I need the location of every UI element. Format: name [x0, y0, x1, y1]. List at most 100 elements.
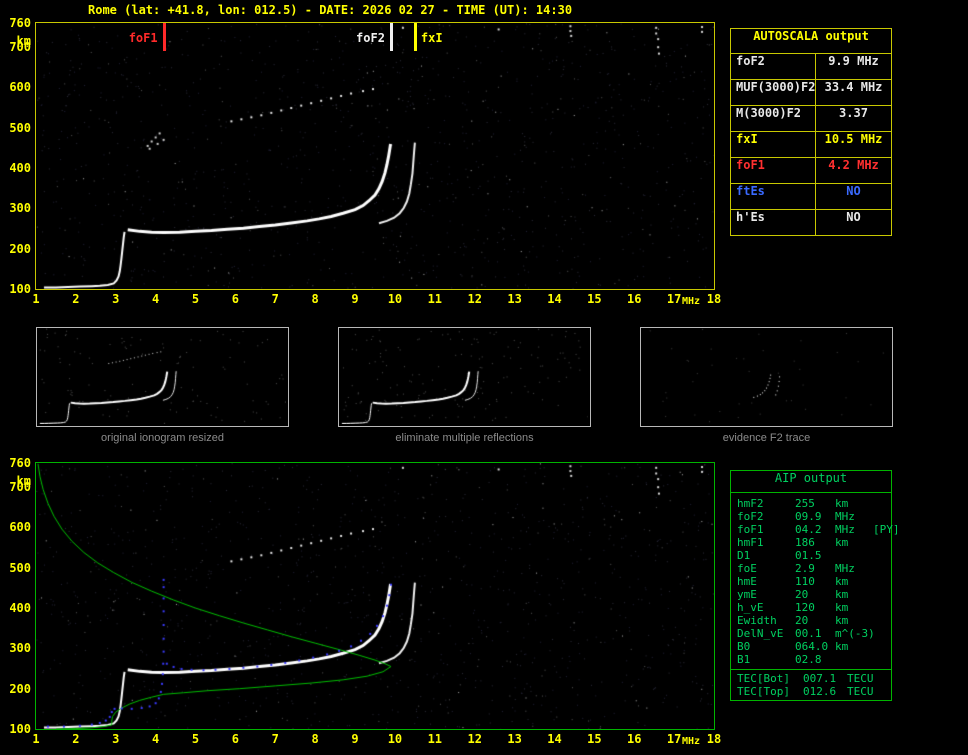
table-row: TEC[Top] 012.6 TECU: [737, 685, 891, 698]
param-value: 3.37: [839, 106, 868, 120]
foF1-marker-label: foF1: [128, 31, 158, 45]
x-tick-label: 6: [231, 292, 240, 306]
param-flag: [873, 536, 891, 549]
y-tick-label: 300: [9, 641, 31, 656]
fxI-marker-label: fxI: [420, 31, 443, 45]
param-name: ymE: [737, 588, 757, 601]
param-value: NO: [846, 184, 861, 198]
param-unit: km: [835, 614, 849, 627]
param-name: h_vE: [737, 601, 764, 614]
thumbnail-caption: eliminate multiple reflections: [395, 432, 534, 444]
x-tick-label: 2: [72, 292, 80, 306]
x-tick-label: 10: [387, 732, 403, 746]
table-row: hmE 110 km: [737, 575, 891, 588]
fxI-marker-line: [413, 23, 417, 51]
param-flag: [873, 510, 891, 523]
x-tick-label: 11: [427, 292, 443, 306]
x-tick-label: 11: [427, 732, 443, 746]
param-name: Ewidth: [737, 614, 777, 627]
param-value: 33.4 MHz: [824, 80, 883, 94]
thumbnail-caption: original ionogram resized: [101, 432, 224, 444]
param-unit: km: [835, 575, 849, 588]
param-value: 064.0: [795, 640, 829, 653]
autoscala-table-rows: foF2 9.9 MHz MUF(3000)F2 33.4 MHz M(3000)F2 3…: [731, 54, 891, 235]
x-tick-label: 15: [587, 732, 602, 746]
param-value: 255: [795, 497, 815, 510]
param-value: 20: [795, 588, 809, 601]
table-row: hmF1 186 km: [737, 536, 891, 549]
autoscala-window: Rome (lat: +41.8, lon: 012.5) - DATE: 20…: [0, 0, 968, 755]
thumbnail-original-ionogram: [36, 327, 289, 427]
param-value: 186: [795, 536, 815, 549]
param-unit: km: [835, 536, 849, 549]
x-tick-label: 14: [547, 292, 562, 306]
x-tick-label: 14: [547, 732, 562, 746]
y-tick-label: 100: [9, 282, 31, 296]
x-tick-label: 13: [507, 732, 522, 746]
table-row: foF1 4.2 MHz: [731, 158, 891, 184]
x-tick-label: 9: [351, 292, 359, 306]
aip-output-table: AIP output hmF2 255 km foF2 09.9 MHz foF1 04.2 M…: [730, 470, 900, 701]
param-flag: [873, 640, 891, 653]
x-tick-label: 16: [627, 292, 642, 306]
thumbnail-canvas: [641, 328, 890, 424]
x-tick-label: 18: [706, 732, 722, 746]
param-unit: MHz: [835, 510, 855, 523]
table-row: B1 02.8: [737, 653, 891, 666]
thumbnail-caption: evidence F2 trace: [722, 432, 811, 444]
x-tick-label: 8: [311, 292, 319, 306]
param-label: h'Es: [731, 210, 816, 235]
param-unit: km: [835, 588, 849, 601]
x-tick-label: 1: [32, 732, 40, 746]
foF2-marker-label: foF2: [356, 31, 385, 45]
param-name: hmF2: [737, 497, 764, 510]
param-flag: [873, 575, 891, 588]
param-unit: TECU: [847, 685, 874, 698]
param-name: foE: [737, 562, 757, 575]
y-axis-unit-km: km: [16, 34, 31, 48]
y-tick-label: 600: [9, 80, 31, 95]
y-tick-label: 200: [9, 241, 31, 256]
table-row: fxI 10.5 MHz: [731, 132, 891, 158]
x-tick-label: 3: [112, 732, 120, 746]
table-row: foF2 09.9 MHz: [737, 510, 891, 523]
param-name: hmF1: [737, 536, 764, 549]
param-value: 10.5 MHz: [824, 132, 883, 146]
table-row: ftEs NO: [731, 184, 891, 210]
param-unit: TECU: [847, 672, 874, 685]
y-tick-label: 100: [9, 722, 31, 736]
table-row: foE 2.9 MHz: [737, 562, 891, 575]
param-name: DelN_vE: [737, 627, 784, 640]
param-unit: km: [835, 640, 849, 653]
y-tick-label: 760: [9, 456, 31, 470]
x-tick-label: 9: [351, 732, 359, 746]
param-name: TEC[Bot]: [737, 672, 790, 685]
y-tick-label: 400: [9, 161, 31, 176]
thumbnail-evidence-f2-trace: [640, 327, 893, 427]
param-flag: [873, 601, 891, 614]
y-tick-label: 500: [9, 560, 31, 575]
y-tick-label: 600: [9, 520, 31, 535]
x-tick-label: 1: [32, 292, 40, 306]
param-flag: [873, 549, 891, 562]
param-label: MUF(3000)F2: [731, 80, 816, 105]
x-tick-label: 18: [706, 292, 722, 306]
param-name: foF1: [737, 523, 764, 536]
param-flag: [873, 497, 891, 510]
param-flag: [873, 562, 891, 575]
param-name: D1: [737, 549, 751, 562]
param-value: 01.5: [795, 549, 822, 562]
frequency-markers: foF1 foF2 fxI: [36, 23, 714, 289]
x-tick-label: 7: [271, 732, 279, 746]
param-value: 4.2 MHz: [828, 158, 879, 172]
table-row: TEC[Bot] 007.1 TECU: [737, 672, 891, 685]
param-value: 012.6: [803, 685, 837, 698]
param-flag: [873, 627, 891, 640]
param-value: NO: [846, 210, 861, 224]
x-tick-label: 5: [191, 732, 200, 746]
x-tick-label: 5: [191, 292, 200, 306]
param-unit: [835, 653, 873, 666]
param-label: M(3000)F2: [731, 106, 816, 131]
x-axis-unit-mhz: MHz: [682, 736, 701, 747]
table-row: foF2 9.9 MHz: [731, 54, 891, 80]
